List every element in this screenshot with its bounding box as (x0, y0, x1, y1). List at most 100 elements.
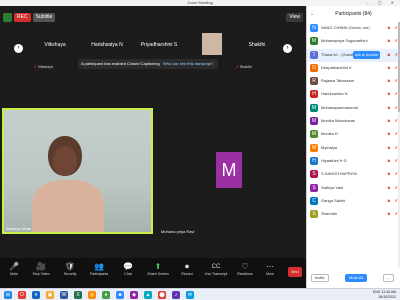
taskbar-app-icon[interactable]: X (74, 291, 82, 299)
participant-avatar: T (310, 50, 318, 59)
participant-avatar: M (310, 37, 318, 46)
video-off-icon: ◙ (387, 211, 390, 217)
taskbar-app-icon[interactable]: ■ (116, 291, 124, 299)
windows-taskbar: ⊞ Oe ▣ W X ◎ ● ■ ◆ ▲ ⬤ ♪ ✉ ENG 11:44 AM 26/10/2021 (0, 288, 400, 300)
tile-name: Shakthi (248, 42, 266, 48)
participants-button[interactable]: 👥 Participants (87, 262, 111, 277)
strip-tile[interactable]: Shakthi ✗ Shakthi (234, 30, 280, 70)
participant-avatar: S (310, 183, 318, 192)
taskbar-app-icon[interactable]: ♪ (172, 291, 180, 299)
participant-name: Mythaiya (321, 144, 338, 150)
strip-next-arrow-icon[interactable]: › (283, 44, 292, 53)
participant-name: Mohanapriya Sugavarthini (321, 38, 368, 44)
participant-row[interactable]: M Monika Manoharan ◙ ✗ (307, 115, 400, 128)
zoom-window: Zoom Meeting – ▢ ✕ REC Subtitle View ‹ V… (0, 0, 400, 300)
chat-button[interactable]: 💬 Chat (116, 262, 140, 277)
live-transcript-button[interactable]: CC Live Transcript (204, 262, 228, 277)
participant-name: Ganga Sakthi (321, 197, 346, 203)
transcript-link[interactable]: Who can see this transcript? (163, 61, 213, 66)
panel-footer: Invite Mute All ... (307, 272, 400, 284)
participant-row[interactable]: M Mohanapriya Sugavarthini ◙ ✗ (307, 35, 400, 48)
mute-all-button[interactable]: Mute All (345, 274, 368, 282)
participant-row[interactable]: M Mythaiya ◙ ✗ (307, 142, 400, 155)
participant-row[interactable]: H Harinivarsha N ◙ ✗ (307, 88, 400, 101)
shield-icon[interactable] (3, 13, 12, 22)
avatar: M (216, 152, 242, 188)
participant-row[interactable]: T Tharai M... (Guest) Ask to Unmute ◙ ✗ (307, 48, 400, 62)
taskbar-app-icon[interactable]: ▲ (144, 291, 152, 299)
participant-row[interactable]: M Mohanapaurnammal ◙ ✗ (307, 102, 400, 115)
video-off-icon: ◙ (387, 157, 390, 163)
video-off-icon: ◙ (387, 25, 390, 30)
stop-video-button[interactable]: 🎥 Stop Video (29, 262, 53, 277)
camera-icon: 🎥 (36, 262, 46, 271)
participant-name: Sathiya Vani (321, 184, 344, 190)
participant-row[interactable]: R Rajaara Tabassum ◙ ✗ (307, 75, 400, 88)
video-off-icon: ◙ (387, 131, 390, 137)
participant-row[interactable]: S Sharmila ◙ ✗ (307, 208, 400, 221)
more-button[interactable]: ⋯ More (258, 262, 282, 277)
participant-name: Sharmila (321, 211, 337, 217)
taskbar-app-icon[interactable]: W (60, 291, 68, 299)
invite-button[interactable]: Invite (311, 274, 329, 282)
participant-avatar: M (310, 103, 318, 112)
view-button[interactable]: View (286, 13, 303, 22)
participant-row[interactable]: S Sathiya Vani ◙ ✗ (307, 182, 400, 195)
participant-row[interactable]: C Ganga Sakthi ◙ ✗ (307, 195, 400, 208)
chevron-down-icon[interactable]: ⌄ (310, 6, 314, 22)
clock-time: 11:44 AM (381, 290, 396, 294)
system-tray-clock[interactable]: ENG 11:44 AM 26/10/2021 (373, 290, 396, 300)
taskbar-app-icon[interactable]: ◎ (88, 291, 96, 299)
taskbar-app-icon[interactable]: ✉ (186, 291, 194, 299)
taskbar-app-icon[interactable]: ⊞ (4, 291, 12, 299)
record-button[interactable]: ⏺ Record (175, 262, 199, 277)
tile-name: Vilkshaya (44, 42, 66, 48)
tile-name: Priyadharshini S (140, 42, 178, 48)
tile-label: ✗ Shakthi (236, 65, 252, 69)
participant-row[interactable]: D Deepatharshini K ◙ ✗ (307, 62, 400, 75)
participant-photo (202, 33, 222, 55)
tile-name: Harishsatya N (91, 42, 123, 48)
participant-avatar: M (310, 130, 318, 139)
strip-tile[interactable]: Vilkshaya ✗ Vilkshaya (32, 30, 78, 70)
video-off-icon: ◙ (387, 78, 390, 84)
mute-button[interactable]: 🎤 Mute (2, 262, 26, 277)
participant-avatar: M (310, 143, 318, 152)
avatar-caption: Mohana priya Ravi (161, 229, 195, 234)
participant-avatar: H (310, 156, 318, 165)
active-speaker-video[interactable]: Abinaya Nmai (2, 108, 153, 234)
taskbar-app-icon[interactable]: e (32, 291, 40, 299)
security-button[interactable]: 🛡 Security (58, 262, 82, 277)
participant-row[interactable]: S S.SANGITHAPRIYA ◙ ✗ (307, 168, 400, 181)
participant-row[interactable]: H Hiyaathini H G ◙ ✗ (307, 155, 400, 168)
video-off-icon: ◙ (387, 104, 390, 110)
more-options-button[interactable]: ... (383, 274, 395, 282)
cc-icon: CC (211, 264, 221, 270)
strip-prev-arrow-icon[interactable]: ‹ (14, 44, 23, 53)
share-screen-button[interactable]: ⬆ Share Screen (146, 262, 170, 277)
taskbar-app-icon[interactable]: ⬤ (158, 291, 166, 299)
participant-avatar: M (310, 117, 318, 126)
video-caption: Abinaya Nmai (6, 226, 31, 231)
subtitle-chip[interactable]: Subtitle (32, 13, 56, 22)
taskbar-app-icon[interactable]: ● (102, 291, 110, 299)
participant-row[interactable]: M Monika D ◙ ✗ (307, 128, 400, 141)
video-off-icon: ◙ (387, 118, 390, 124)
microphone-icon: 🎤 (9, 262, 19, 271)
video-off-icon: ◙ (387, 197, 390, 203)
reactions-button[interactable]: ♡ Reactions (233, 262, 257, 277)
participant-name: Monika D (321, 131, 338, 137)
recording-badge[interactable]: REC (14, 13, 31, 22)
taskbar-app-icon[interactable]: ◆ (130, 291, 138, 299)
top-status-chips: REC Subtitle (3, 13, 56, 22)
participant-name: Deepatharshini K (321, 64, 352, 70)
end-meeting-button[interactable]: End (288, 267, 302, 277)
participant-avatar: N (310, 24, 318, 32)
taskbar-app-icon[interactable]: ▣ (46, 291, 54, 299)
speaker-body (32, 180, 104, 232)
taskbar-app-icon[interactable]: O (18, 291, 26, 299)
window-title: Zoom Meeting (187, 0, 213, 5)
ask-to-unmute-button[interactable]: Ask to Unmute (353, 50, 380, 59)
clock-date: 26/10/2021 (378, 295, 396, 299)
participant-row[interactable]: N NANG CHINNI (Guest, me) ◙ ✗ (307, 22, 400, 35)
